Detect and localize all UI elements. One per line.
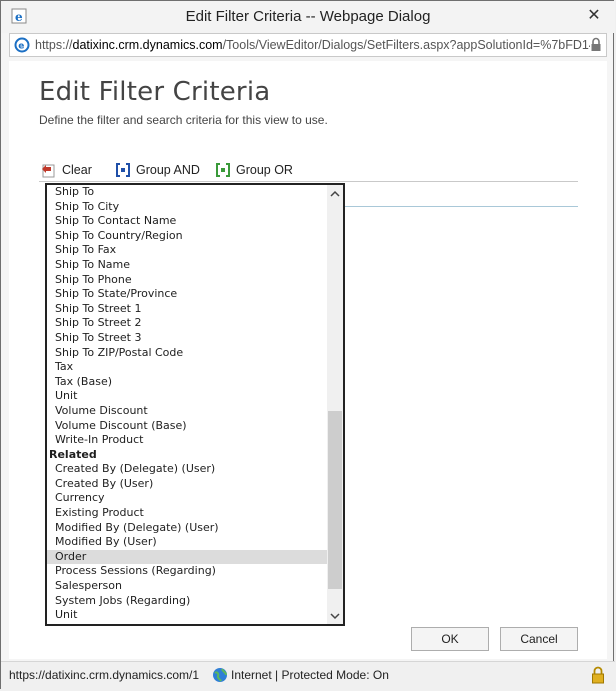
page-title: Edit Filter Criteria (39, 77, 271, 107)
scroll-up-icon[interactable] (327, 185, 343, 202)
list-item[interactable]: Volume Discount (Base) (47, 419, 328, 434)
window-title: Edit Filter Criteria -- Webpage Dialog (185, 8, 431, 25)
list-item[interactable]: Ship To Street 1 (47, 302, 328, 317)
list-item[interactable]: Ship To City (47, 200, 328, 215)
toolbar-divider (39, 181, 578, 182)
list-item[interactable]: Modified By (Delegate) (User) (47, 521, 328, 536)
ok-button[interactable]: OK (411, 627, 489, 651)
list-item[interactable]: Unit (47, 389, 328, 404)
title-bar: e Edit Filter Criteria -- Webpage Dialog… (1, 1, 615, 33)
list-item[interactable]: Volume Discount (47, 404, 328, 419)
list-item[interactable]: Order (47, 549, 328, 565)
list-item[interactable]: Process Sessions (Regarding) (47, 564, 328, 579)
list-item[interactable]: Unit (47, 608, 328, 623)
list-item[interactable]: Ship To Country/Region (47, 229, 328, 244)
group-and-label: Group AND (136, 163, 200, 177)
list-item[interactable]: Tax (Base) (47, 375, 328, 390)
address-bar[interactable]: e https://datixinc.crm.dynamics.com/Tool… (9, 33, 607, 57)
list-item[interactable]: Tax (47, 360, 328, 375)
internet-explorer-icon: e (14, 37, 30, 53)
address-path: /Tools/ViewEditor/Dialogs/SetFilters.asp… (222, 38, 590, 52)
address-url: https://datixinc.crm.dynamics.com/Tools/… (35, 38, 590, 52)
dialog-content: Edit Filter Criteria Define the filter a… (9, 61, 607, 659)
close-button[interactable]: ✕ (581, 5, 607, 27)
clear-icon (42, 164, 55, 178)
group-and-icon (116, 163, 130, 177)
svg-text:e: e (18, 42, 24, 52)
list-item[interactable]: Ship To Fax (47, 243, 328, 258)
list-item[interactable]: Modified By (User) (47, 535, 328, 550)
clear-label: Clear (62, 163, 92, 177)
list-item[interactable]: Ship To Phone (47, 273, 328, 288)
list-group-header: Related (49, 447, 97, 461)
list-item[interactable]: Salesperson (47, 579, 328, 594)
field-list-items: Ship To Ship To City Ship To Contact Name S… (47, 185, 328, 623)
address-scheme: https:// (35, 38, 73, 52)
list-item[interactable]: Created By (User) (47, 477, 328, 492)
padlock-icon (591, 37, 601, 51)
list-item[interactable]: Ship To Street 2 (47, 316, 328, 331)
list-item[interactable]: Ship To Street 3 (47, 331, 328, 346)
list-item[interactable]: Created By (Delegate) (User) (47, 462, 328, 477)
cancel-button[interactable]: Cancel (500, 627, 578, 651)
list-item[interactable]: Ship To ZIP/Postal Code (47, 346, 328, 361)
list-item[interactable]: Currency (47, 491, 328, 506)
globe-icon (213, 668, 227, 682)
address-host: datixinc.crm.dynamics.com (72, 38, 223, 52)
clear-button[interactable]: Clear (41, 161, 92, 179)
group-or-button[interactable]: Group OR (215, 161, 293, 179)
status-bar: https://datixinc.crm.dynamics.com/1 Inte… (1, 661, 615, 689)
page-description: Define the filter and search criteria fo… (39, 113, 328, 127)
list-scrollbar[interactable] (327, 185, 343, 624)
list-item[interactable]: Ship To (47, 185, 328, 200)
group-and-button[interactable]: Group AND (115, 161, 200, 179)
list-item[interactable]: Ship To Name (47, 258, 328, 273)
criteria-divider (345, 206, 578, 207)
list-item[interactable]: Existing Product (47, 506, 328, 521)
status-url: https://datixinc.crm.dynamics.com/1 (9, 668, 200, 682)
scroll-down-icon[interactable] (327, 607, 343, 624)
dialog-window: e Edit Filter Criteria -- Webpage Dialog… (0, 0, 615, 689)
list-item[interactable]: Ship To Contact Name (47, 214, 328, 229)
scroll-thumb[interactable] (328, 411, 342, 589)
group-or-icon (216, 163, 230, 177)
field-dropdown-list[interactable]: Ship To Ship To City Ship To Contact Name S… (45, 183, 345, 626)
list-item[interactable]: System Jobs (Regarding) (47, 594, 328, 609)
list-item[interactable]: Write-In Product (47, 433, 328, 448)
list-item[interactable]: Ship To State/Province (47, 287, 328, 302)
group-or-label: Group OR (236, 163, 293, 177)
status-zone: Internet | Protected Mode: On (231, 668, 389, 682)
padlock-icon (592, 666, 604, 684)
